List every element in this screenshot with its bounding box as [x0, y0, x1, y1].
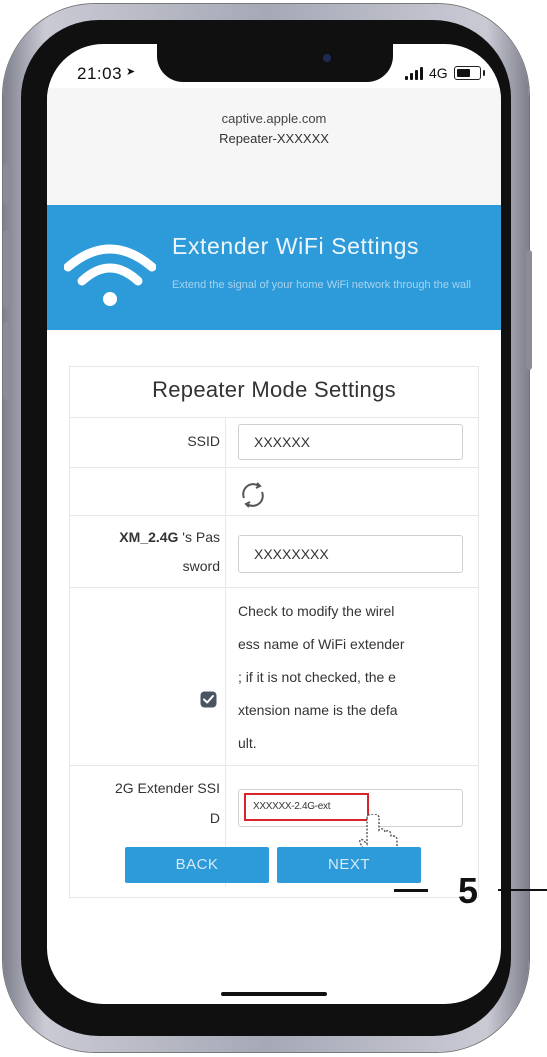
battery-icon [454, 66, 485, 80]
captive-network-name: Repeater-XXXXXX [219, 131, 329, 146]
location-arrow-icon: ➤ [126, 66, 136, 78]
repeater-settings-form: Repeater Mode Settings SSID XXXXXX XM_2.… [69, 366, 479, 898]
extender-ssid-value-highlight: XXXXXX-2.4G-ext [244, 793, 369, 821]
settings-banner: Extender WiFi Settings Extend the signal… [47, 205, 501, 330]
silent-switch [3, 164, 9, 204]
banner-subtitle: Extend the signal of your home WiFi netw… [172, 279, 471, 291]
ssid-label: SSID [187, 433, 220, 449]
front-camera [323, 54, 331, 62]
cellular-signal-icon [405, 66, 425, 80]
divider [70, 587, 478, 588]
password-input[interactable]: XXXXXXXX [238, 535, 463, 573]
password-label-cont: sword [182, 558, 220, 574]
form-title: Repeater Mode Settings [152, 377, 396, 402]
note-line: xtension name is the defa [238, 702, 398, 718]
next-button[interactable]: NEXT [277, 847, 421, 883]
power-button [526, 250, 532, 370]
password-label-text: 's Pas [178, 529, 220, 545]
note-line: ess name of WiFi extender [238, 636, 405, 652]
volume-down-button [3, 322, 9, 400]
callout-line [498, 889, 547, 891]
password-label: XM_2.4G 's Pas [70, 524, 220, 551]
divider [70, 467, 478, 468]
ssid-input[interactable]: XXXXXX [238, 424, 463, 460]
divider [70, 765, 478, 766]
note-line: ; if it is not checked, the e [238, 669, 396, 685]
callout-line [394, 889, 428, 892]
refresh-icon[interactable] [237, 479, 269, 511]
password-label-ssid: XM_2.4G [119, 529, 179, 545]
back-button[interactable]: BACK [125, 847, 269, 883]
notch [157, 44, 393, 82]
captive-domain: captive.apple.com [221, 111, 327, 126]
banner-title: Extender WiFi Settings [172, 233, 420, 259]
step-number: 5 [458, 870, 479, 911]
status-time: 21:03 [77, 64, 123, 83]
home-indicator[interactable] [221, 992, 327, 996]
divider [70, 515, 478, 516]
note-line: Check to modify the wirel [238, 603, 395, 619]
modify-name-note: Check to modify the wirel ess name of Wi… [238, 595, 473, 760]
column-divider [225, 417, 226, 887]
extender-ssid-label: 2G Extender SSI [114, 780, 220, 796]
checkbox-checked-icon[interactable] [200, 691, 217, 708]
wifi-icon [64, 244, 156, 306]
note-line: ult. [238, 735, 257, 751]
volume-up-button [3, 230, 9, 308]
network-type: 4G [429, 65, 448, 81]
phone-screen: 21:03 ➤ 4G captive.apple.com Repeater-XX… [47, 44, 501, 1004]
divider [70, 417, 478, 418]
extender-ssid-label-cont: D [209, 810, 220, 826]
